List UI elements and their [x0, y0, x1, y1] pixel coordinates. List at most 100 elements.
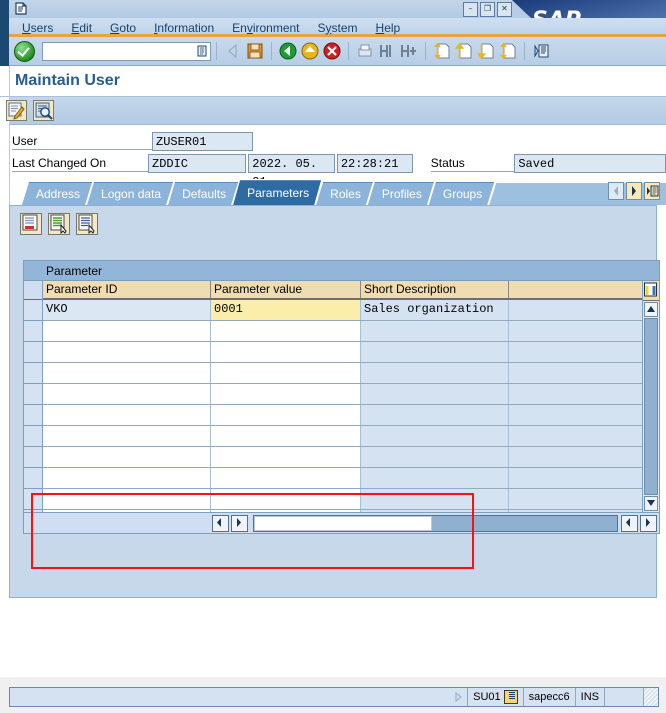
column-header-short-description[interactable]: Short Description [361, 281, 509, 298]
tab-scroll-right-icon[interactable] [626, 182, 642, 200]
table-row[interactable] [43, 321, 642, 342]
table-row[interactable] [43, 510, 642, 512]
find-icon[interactable] [377, 41, 397, 61]
cell-parameter-value[interactable] [211, 447, 361, 467]
cell-parameter-id[interactable] [43, 510, 211, 512]
scroll-left-icon[interactable] [212, 514, 229, 532]
last-page-icon[interactable] [498, 41, 518, 61]
cell-parameter-value[interactable] [211, 321, 361, 341]
row-selector-button[interactable] [24, 321, 42, 342]
create-session-icon[interactable] [531, 41, 551, 61]
scroll-down-icon[interactable] [644, 496, 658, 511]
vertical-scroll-track[interactable] [644, 318, 658, 495]
cell-parameter-id[interactable] [43, 489, 211, 509]
table-row[interactable] [43, 489, 642, 510]
delete-row-icon[interactable] [20, 213, 42, 235]
table-row[interactable] [43, 405, 642, 426]
tab-list-icon[interactable] [644, 182, 660, 200]
transaction-icon[interactable] [503, 690, 518, 704]
cell-parameter-value[interactable] [211, 342, 361, 362]
row-selector-button[interactable] [24, 300, 42, 321]
cell-parameter-id[interactable] [43, 321, 211, 341]
cell-parameter-value[interactable] [211, 384, 361, 404]
previous-page-icon[interactable] [454, 41, 474, 61]
horizontal-scroll-track[interactable] [252, 514, 619, 532]
row-selector-button[interactable] [24, 447, 42, 468]
resize-grip-icon[interactable] [643, 688, 658, 706]
minimize-button[interactable]: – [463, 2, 478, 17]
cell-parameter-id[interactable] [43, 384, 211, 404]
page-left-icon[interactable] [621, 514, 639, 532]
cell-parameter-value[interactable] [211, 468, 361, 488]
command-input[interactable] [45, 43, 199, 61]
cell-parameter-id[interactable] [43, 405, 211, 425]
menu-item-system[interactable]: System [318, 21, 358, 35]
tab-groups[interactable]: Groups [429, 182, 494, 205]
scroll-up-icon[interactable] [644, 302, 658, 317]
cell-parameter-value[interactable] [211, 405, 361, 425]
column-header-parameter-id[interactable]: Parameter ID [43, 281, 211, 298]
row-selector-button[interactable] [24, 468, 42, 489]
find-next-icon[interactable] [399, 41, 419, 61]
cell-parameter-value[interactable] [211, 489, 361, 509]
table-row[interactable] [43, 447, 642, 468]
table-row[interactable]: VKO 0001 Sales organization [43, 300, 642, 321]
tab-parameters[interactable]: Parameters [233, 180, 321, 205]
cell-parameter-id[interactable] [43, 363, 211, 383]
vertical-scrollbar[interactable] [642, 281, 659, 512]
menu-item-environment[interactable]: Environment [232, 21, 299, 35]
green-check-enter-icon[interactable] [14, 40, 35, 62]
row-selector-button[interactable] [24, 384, 42, 405]
cell-parameter-id[interactable] [43, 468, 211, 488]
table-row[interactable] [43, 384, 642, 405]
cell-parameter-value[interactable]: 0001 [211, 300, 361, 320]
exit-yellow-icon[interactable] [300, 41, 320, 61]
next-page-icon[interactable] [476, 41, 496, 61]
tab-navigation[interactable] [608, 182, 660, 200]
cell-parameter-value[interactable] [211, 510, 361, 512]
row-selector-button[interactable] [24, 363, 42, 384]
column-config-icon[interactable] [643, 281, 659, 301]
tab-defaults[interactable]: Defaults [168, 182, 238, 205]
menu-item-information[interactable]: Information [154, 21, 214, 35]
command-field[interactable] [42, 41, 211, 61]
cell-parameter-value[interactable] [211, 426, 361, 446]
status-expand-icon[interactable] [449, 688, 467, 706]
status-transaction-cell[interactable]: SU01 [467, 688, 523, 706]
cell-parameter-id[interactable] [43, 342, 211, 362]
display-magnifier-icon[interactable] [33, 100, 54, 121]
scroll-right-icon[interactable] [230, 514, 248, 532]
print-icon[interactable] [355, 41, 375, 61]
cell-parameter-id[interactable]: VKO [43, 300, 211, 320]
table-row[interactable] [43, 342, 642, 363]
first-page-icon[interactable] [432, 41, 452, 61]
cell-parameter-id[interactable] [43, 447, 211, 467]
details-icon[interactable] [76, 213, 98, 235]
row-selector-button[interactable] [24, 510, 42, 512]
horizontal-scroll-row[interactable] [24, 512, 659, 533]
save-icon[interactable] [245, 41, 265, 61]
tab-roles[interactable]: Roles [316, 182, 373, 205]
window-controls[interactable]: – ❐ ✕ [463, 2, 512, 17]
horizontal-scroll-thumb[interactable] [253, 515, 432, 531]
tab-scroll-left-icon[interactable] [608, 182, 624, 200]
insert-row-icon[interactable] [48, 213, 70, 235]
tab-profiles[interactable]: Profiles [368, 182, 434, 205]
menu-item-edit[interactable]: Edit [71, 21, 92, 35]
close-button[interactable]: ✕ [497, 2, 512, 17]
user-value[interactable]: ZUSER01 [152, 131, 253, 151]
menu-item-goto[interactable]: Goto [110, 21, 136, 35]
back-green-icon[interactable] [278, 41, 298, 61]
table-row[interactable] [43, 426, 642, 447]
row-selector-button[interactable] [24, 489, 42, 510]
status-insert-mode-cell[interactable]: INS [574, 688, 604, 706]
cell-parameter-id[interactable] [43, 426, 211, 446]
column-header-parameter-value[interactable]: Parameter value [211, 281, 361, 298]
back-arrow-small-icon[interactable] [223, 41, 243, 61]
table-row[interactable] [43, 363, 642, 384]
row-selector-button[interactable] [24, 405, 42, 426]
tab-address[interactable]: Address [22, 182, 92, 205]
cell-parameter-value[interactable] [211, 363, 361, 383]
table-row[interactable] [43, 468, 642, 489]
menu-item-help[interactable]: Help [376, 21, 401, 35]
